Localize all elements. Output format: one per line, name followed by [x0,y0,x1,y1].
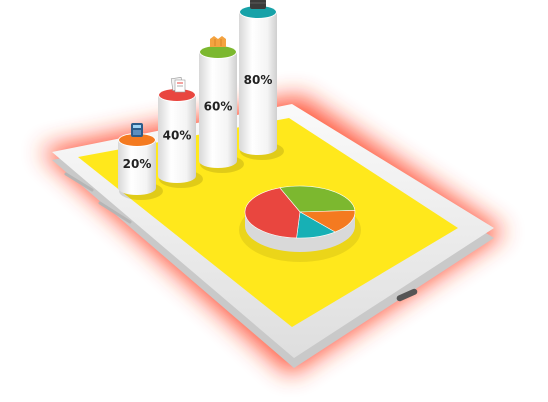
briefcase-icon [250,0,266,9]
cylinder-value-label: 60% [204,100,233,114]
stacked-hands-icon [210,36,226,47]
infographic-illustration: 20% 40% 60% 80% [0,0,548,402]
cylinder-value-label: 80% [244,73,273,87]
illustration-canvas: 20% 40% 60% 80% [40,0,505,375]
cylinder-cap [200,46,236,58]
cylinder-value-label: 40% [163,129,192,143]
pie-chart [239,185,361,262]
cylinder-value-label: 20% [123,157,152,171]
